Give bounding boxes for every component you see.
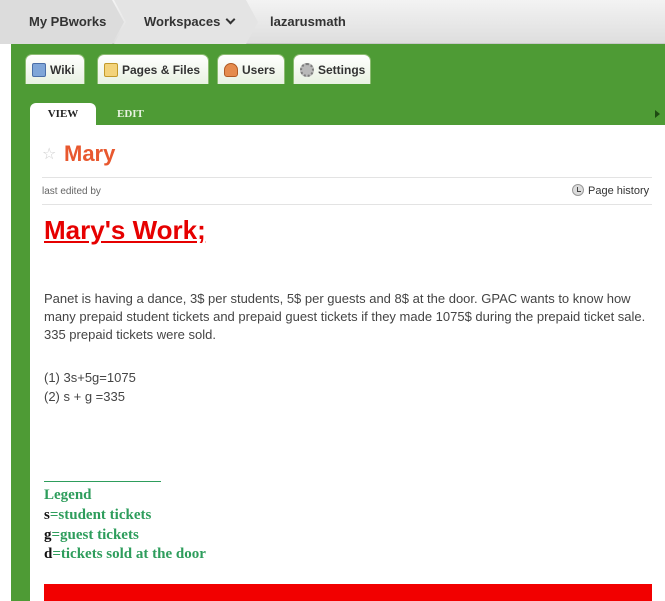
legend-text: =tickets sold at the door: [52, 546, 206, 562]
divider: [42, 204, 652, 205]
problem-paragraph: Panet is having a dance, 3$ per students…: [44, 291, 646, 342]
legend-title: Legend: [44, 487, 92, 503]
legend-item-g: g=guest tickets: [44, 527, 139, 544]
page-history-link[interactable]: Page history: [572, 184, 649, 197]
wiki-icon: [32, 63, 46, 77]
users-icon: [224, 63, 238, 77]
tab-pages-files[interactable]: Pages & Files: [97, 54, 209, 84]
tab-edit[interactable]: EDIT: [117, 103, 144, 125]
my-pbworks-label: My PBworks: [29, 14, 107, 29]
chevron-down-icon: [225, 14, 236, 25]
my-pbworks-link[interactable]: My PBworks: [0, 0, 124, 44]
equation-2: (2) s + g =335: [44, 389, 125, 404]
star-icon[interactable]: ☆: [42, 144, 56, 164]
tab-settings-label: Settings: [318, 63, 366, 77]
content-heading: Mary's Work;: [44, 215, 206, 245]
tab-wiki-label: Wiki: [50, 63, 75, 77]
clock-icon: [572, 184, 584, 196]
workspace-label: lazarusmath: [270, 14, 346, 29]
equation-1: (1) 3s+5g=1075: [44, 370, 136, 385]
divider: [42, 177, 652, 178]
legend-text: =student tickets: [49, 507, 152, 523]
tab-users-label: Users: [242, 63, 276, 77]
workspaces-label: Workspaces: [144, 14, 221, 29]
pages-icon: [104, 63, 118, 77]
tab-wiki[interactable]: Wiki: [25, 54, 85, 84]
breadcrumb-bar: My PBworks Workspaces lazarusmath: [0, 0, 665, 44]
tab-view[interactable]: VIEW: [30, 103, 96, 125]
tab-pages-files-label: Pages & Files: [122, 63, 201, 77]
legend-item-s: s=student tickets: [44, 507, 151, 524]
tab-users[interactable]: Users: [217, 54, 285, 84]
main-tabs-bar: Wiki Pages & Files Users Settings: [11, 44, 665, 98]
tab-settings[interactable]: Settings: [293, 54, 371, 84]
expand-arrow-icon[interactable]: [655, 110, 660, 118]
legend-var: g: [44, 527, 52, 543]
settings-icon: [300, 63, 314, 77]
workspaces-dropdown[interactable]: Workspaces: [114, 0, 258, 44]
last-edited-info: last edited by: [42, 186, 101, 197]
workspace-link[interactable]: lazarusmath: [270, 0, 346, 44]
red-banner: [44, 584, 652, 601]
legend-item-d: d=tickets sold at the door: [44, 546, 206, 563]
page-history-label: Page history: [588, 185, 650, 197]
page-title: Mary: [64, 141, 116, 166]
legend-text: =guest tickets: [51, 527, 139, 543]
legend-divider: [44, 481, 161, 482]
